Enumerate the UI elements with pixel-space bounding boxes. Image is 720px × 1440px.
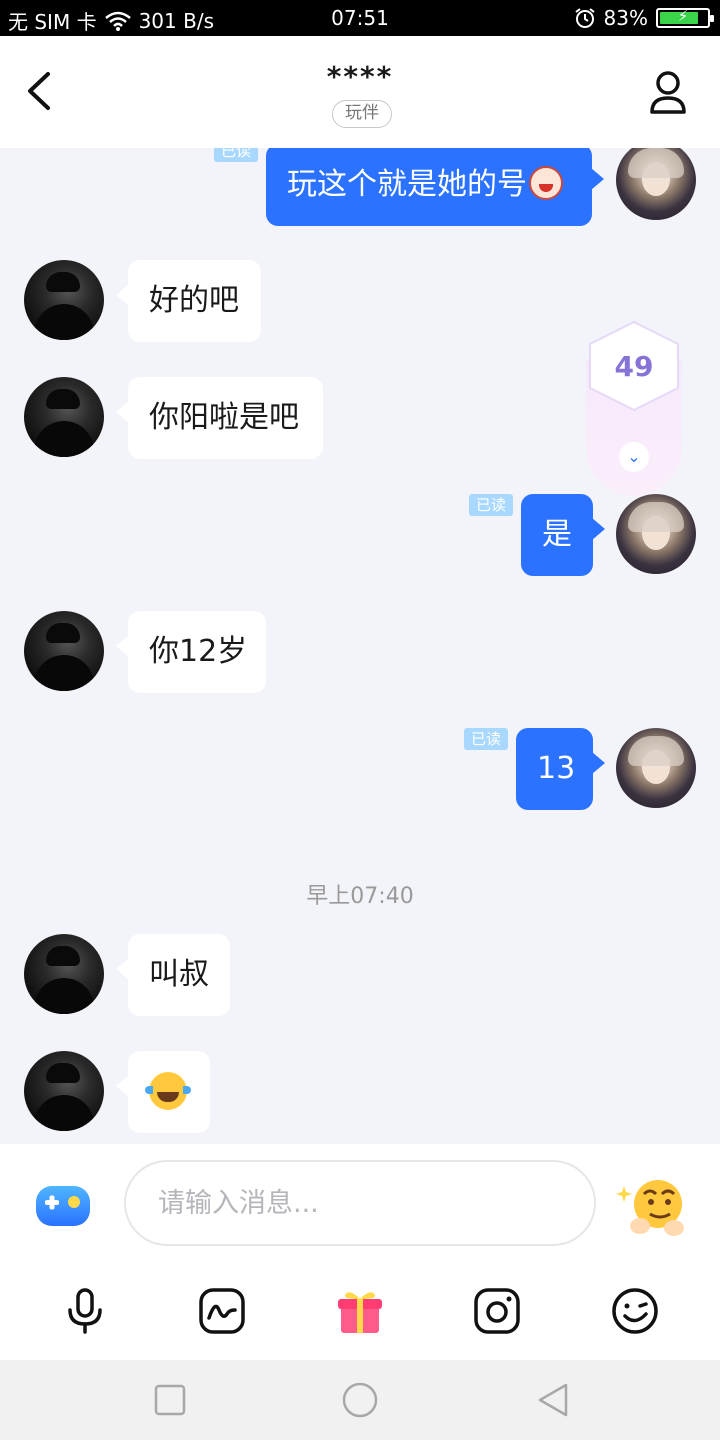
message-text: 你12岁 — [149, 634, 248, 669]
chat-title: **** — [326, 60, 394, 93]
message-bubble-outgoing[interactable]: 13 — [516, 728, 605, 810]
contact-avatar[interactable] — [24, 260, 104, 340]
message-bubble-incoming[interactable]: 你阳啦是吧 — [116, 377, 323, 459]
message-bubble-incoming[interactable]: 叫叔 — [116, 934, 230, 1016]
status-right: 83% ⚡ — [574, 6, 714, 30]
charging-bolt-icon: ⚡ — [677, 7, 689, 25]
read-badge: 已读 — [214, 148, 258, 162]
contact-avatar[interactable] — [24, 934, 104, 1014]
message-bubble-outgoing[interactable]: 是 — [521, 494, 605, 576]
my-avatar[interactable] — [616, 494, 696, 574]
read-badge: 已读 — [464, 728, 508, 750]
gamepad-icon[interactable] — [34, 1180, 92, 1230]
status-bar: 无 SIM 卡 301 B/s 07:51 83% ⚡ — [0, 0, 720, 36]
emoji-icon[interactable] — [610, 1286, 660, 1336]
relation-tag: 玩伴 — [332, 100, 392, 128]
message-text: 叫叔 — [149, 957, 209, 992]
back-nav-icon[interactable] — [536, 1382, 572, 1418]
battery-icon: ⚡ — [656, 7, 714, 28]
message-bubble-incoming[interactable]: 你12岁 — [116, 611, 266, 693]
gift-icon[interactable] — [335, 1286, 385, 1336]
message-bubble-outgoing[interactable]: 玩这个就是她的号 — [266, 148, 604, 226]
sticker-emoji-icon[interactable] — [616, 1174, 692, 1240]
microphone-icon[interactable] — [60, 1286, 110, 1336]
system-nav-bar — [0, 1360, 720, 1440]
contact-avatar[interactable] — [24, 611, 104, 691]
doodle-icon[interactable] — [197, 1286, 247, 1336]
contact-avatar[interactable] — [24, 1051, 104, 1131]
cake-face-emoji — [529, 165, 563, 200]
battery-percent: 83% — [603, 6, 648, 30]
message-bubble-incoming[interactable]: 好的吧 — [116, 260, 261, 342]
message-text: 玩这个就是她的号 — [287, 167, 527, 202]
recent-apps-icon[interactable] — [152, 1382, 188, 1418]
message-text: 好的吧 — [149, 283, 239, 318]
message-input[interactable] — [124, 1160, 596, 1246]
tears-of-joy-emoji — [145, 1071, 191, 1110]
input-panel — [0, 1144, 720, 1360]
message-list[interactable]: 已读 玩这个就是她的号 好的吧 你阳啦是吧 已读 是 你12岁 已读 13 早上… — [0, 148, 720, 1144]
user-profile-icon[interactable] — [648, 70, 688, 116]
message-text: 是 — [542, 517, 572, 552]
home-icon[interactable] — [342, 1382, 378, 1418]
contact-avatar[interactable] — [24, 377, 104, 457]
read-badge: 已读 — [469, 494, 513, 516]
time-divider: 早上07:40 — [306, 884, 414, 909]
unread-count: 49 — [614, 350, 654, 383]
message-text: 你阳啦是吧 — [149, 400, 299, 435]
chevron-down-icon[interactable]: ⌄ — [619, 442, 649, 472]
my-avatar[interactable] — [616, 728, 696, 808]
message-text: 13 — [537, 751, 576, 786]
chat-header: **** 玩伴 — [0, 36, 720, 148]
my-avatar[interactable] — [616, 148, 696, 220]
camera-icon[interactable] — [472, 1286, 522, 1336]
alarm-icon — [574, 8, 595, 28]
unread-jump-button[interactable]: 49 ⌄ — [586, 320, 682, 496]
message-bubble-incoming[interactable] — [116, 1051, 210, 1133]
